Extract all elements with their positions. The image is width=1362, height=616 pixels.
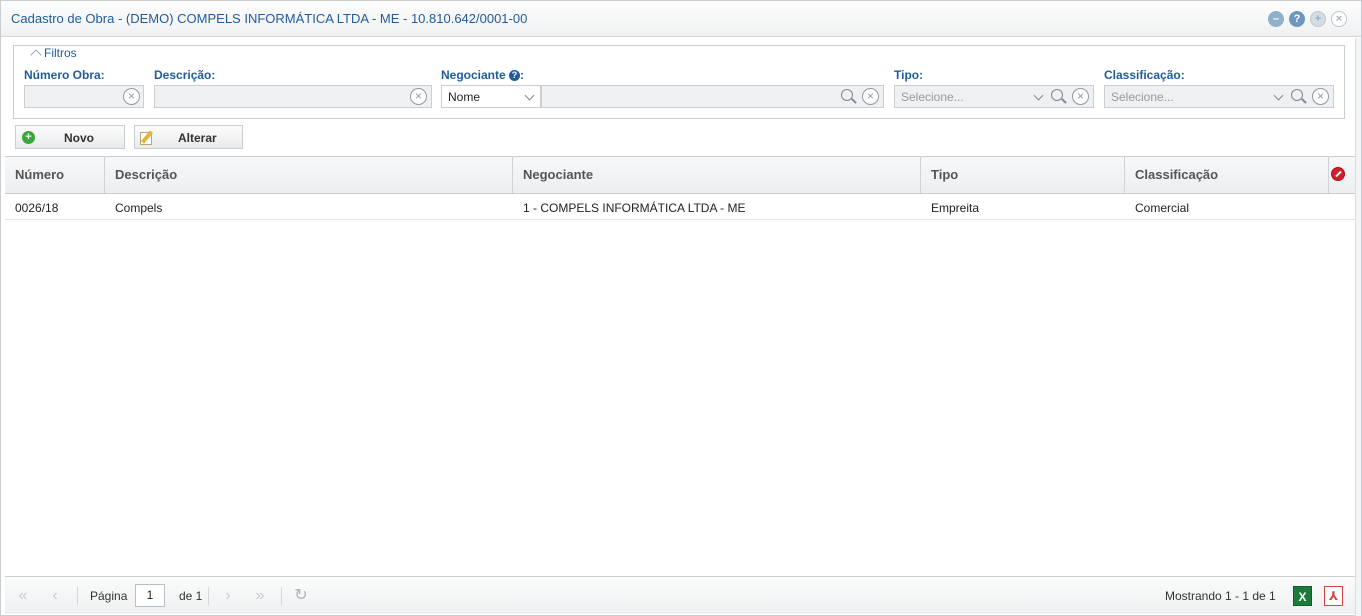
page-of-label: de 1 — [179, 589, 203, 603]
table-row[interactable]: 0026/18 Compels 1 - COMPELS INFORMÁTICA … — [5, 194, 1355, 220]
first-page-icon[interactable]: « — [13, 587, 33, 605]
separator — [77, 587, 78, 605]
search-icon[interactable] — [840, 88, 858, 106]
close-icon[interactable]: × — [1331, 11, 1347, 27]
filters-legend[interactable]: Filtros — [28, 46, 81, 61]
classificacao-select[interactable]: Selecione... × — [1104, 85, 1334, 108]
window: Cadastro de Obra - (DEMO) COMPELS INFORM… — [0, 0, 1362, 616]
page-label: Página — [90, 589, 128, 603]
chevron-down-icon[interactable] — [524, 90, 535, 101]
negociante-type-value: Nome — [448, 90, 481, 104]
column-settings[interactable] — [1329, 157, 1355, 193]
negociante-label-text: Negociante — [441, 68, 506, 82]
chevron-down-icon[interactable] — [1273, 90, 1284, 101]
cell-classificacao: Comercial — [1135, 201, 1190, 215]
title-bar: Cadastro de Obra - (DEMO) COMPELS INFORM… — [1, 1, 1361, 37]
alterar-button[interactable]: Alterar — [134, 125, 243, 149]
add-icon: + — [22, 131, 35, 144]
pdf-export-icon[interactable]: ⅄ — [1324, 586, 1343, 606]
novo-label: Novo — [64, 131, 94, 145]
classificacao-placeholder: Selecione... — [1111, 90, 1174, 104]
novo-button[interactable]: + Novo — [15, 125, 125, 149]
pagination-status: Mostrando 1 - 1 de 1 — [1165, 589, 1276, 603]
column-header-classificacao[interactable]: Classificação — [1125, 157, 1329, 193]
scrollbar[interactable] — [1355, 38, 1361, 616]
column-header-negociante[interactable]: Negociante — [513, 157, 921, 193]
separator — [281, 587, 282, 605]
separator — [208, 587, 209, 605]
alterar-label: Alterar — [178, 131, 217, 145]
last-page-icon[interactable]: » — [250, 587, 270, 605]
remove-filter-icon[interactable] — [1331, 167, 1345, 181]
edit-icon — [140, 130, 155, 145]
window-controls: – ? + × — [1268, 11, 1347, 27]
clear-icon[interactable]: × — [862, 88, 879, 105]
chevron-down-icon[interactable] — [1033, 90, 1044, 101]
column-header-descricao[interactable]: Descrição — [105, 157, 513, 193]
negociante-label: Negociante ?: — [441, 68, 524, 82]
cell-negociante: 1 - COMPELS INFORMÁTICA LTDA - ME — [523, 201, 746, 215]
grid-header: Número Descrição Negociante Tipo Classif… — [5, 157, 1355, 194]
classificacao-label: Classificação: — [1104, 68, 1185, 82]
prev-page-icon[interactable]: ‹ — [45, 587, 65, 605]
help-icon[interactable]: ? — [509, 70, 521, 81]
clear-icon[interactable]: × — [1312, 88, 1329, 105]
tipo-select[interactable]: Selecione... × — [894, 85, 1094, 108]
cell-tipo: Empreita — [931, 201, 980, 215]
minimize-icon[interactable]: – — [1268, 11, 1284, 27]
numero-obra-label: Número Obra: — [24, 68, 105, 82]
search-icon[interactable] — [1290, 88, 1308, 106]
clear-icon[interactable]: × — [123, 88, 140, 105]
cell-descricao: Compels — [115, 201, 163, 215]
excel-export-icon[interactable]: X — [1293, 586, 1312, 606]
descricao-label: Descrição: — [154, 68, 216, 82]
tipo-label: Tipo: — [894, 68, 924, 82]
column-header-numero[interactable]: Número — [5, 157, 105, 193]
column-header-tipo[interactable]: Tipo — [921, 157, 1125, 193]
descricao-field[interactable]: × — [154, 85, 432, 108]
clear-icon[interactable]: × — [1072, 88, 1089, 105]
help-icon[interactable]: ? — [1289, 11, 1305, 27]
negociante-label-suffix: : — [520, 68, 525, 82]
results-grid: Número Descrição Negociante Tipo Classif… — [5, 156, 1355, 576]
negociante-field[interactable]: × — [541, 85, 884, 108]
page-input[interactable]: 1 — [135, 584, 165, 607]
pagination-bar: « ‹ Página 1 de 1 › » ↻ Mostrando 1 - 1 … — [5, 576, 1357, 614]
numero-obra-field[interactable]: × — [24, 85, 144, 108]
tipo-placeholder: Selecione... — [901, 90, 964, 104]
filters-legend-label: Filtros — [44, 46, 77, 60]
window-title: Cadastro de Obra - (DEMO) COMPELS INFORM… — [11, 11, 528, 26]
refresh-icon[interactable]: ↻ — [291, 587, 311, 605]
next-page-icon[interactable]: › — [218, 587, 238, 605]
cell-numero: 0026/18 — [15, 201, 59, 215]
maximize-icon[interactable]: + — [1310, 11, 1326, 27]
negociante-type-select[interactable]: Nome — [441, 85, 541, 108]
collapse-icon[interactable] — [30, 49, 42, 61]
clear-icon[interactable]: × — [410, 88, 427, 105]
filters-panel: Filtros Número Obra: × Descrição: × Nego… — [13, 45, 1345, 119]
search-icon[interactable] — [1050, 88, 1068, 106]
